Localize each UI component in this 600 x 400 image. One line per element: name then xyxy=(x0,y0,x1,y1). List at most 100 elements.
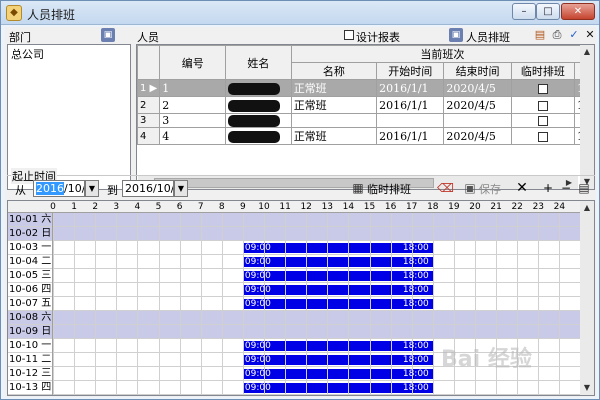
day-row[interactable]: 10-01 六 xyxy=(8,213,580,227)
day-row[interactable]: 10-07 五 09:00 18:00 xyxy=(8,297,580,311)
day-row[interactable]: 10-03 一 09:00 18:00 xyxy=(8,241,580,255)
cell-shift-name[interactable]: 正常班 xyxy=(290,127,378,145)
day-date: 10-10 xyxy=(9,340,39,351)
column-header-start-time[interactable]: 开始时间 xyxy=(376,62,445,80)
remove-icon[interactable]: − xyxy=(559,181,573,195)
shift-bar[interactable]: 09:00 18:00 xyxy=(242,285,433,295)
day-row[interactable]: 10-06 四 09:00 18:00 xyxy=(8,283,580,297)
cell-shift-name[interactable]: 正常班 xyxy=(290,96,378,114)
temp-schedule-icon[interactable]: ▦ xyxy=(351,181,365,195)
to-date-input[interactable]: 2016/10/3 xyxy=(122,180,174,197)
temp-schedule-checkbox[interactable] xyxy=(537,116,548,126)
row-number[interactable]: 3 xyxy=(137,113,161,128)
person-schedule-button[interactable]: 人员排班 xyxy=(466,29,510,45)
row-number[interactable]: 4 xyxy=(137,127,161,145)
row-number[interactable]: 2 xyxy=(137,96,161,114)
cell-name[interactable] xyxy=(225,127,292,145)
table-row[interactable]: 22正常班2016/1/12020/4/519 xyxy=(137,96,594,114)
shift-bar[interactable]: 09:00 18:00 xyxy=(242,299,433,309)
cell-id[interactable]: 4 xyxy=(159,127,227,145)
export-icon[interactable]: ▤ xyxy=(533,28,547,42)
column-header-id[interactable]: 编号 xyxy=(159,45,227,80)
close-window-button[interactable]: ✕ xyxy=(561,3,595,20)
shift-bar[interactable]: 09:00 18:00 xyxy=(242,243,433,253)
close-icon[interactable]: ✕ xyxy=(583,28,597,42)
row-number[interactable]: 1 ▶ xyxy=(137,79,161,97)
delete-icon[interactable]: ✕ xyxy=(515,181,529,195)
department-item[interactable]: 总公司 xyxy=(11,46,44,62)
cell-shift-name[interactable]: 正常班 xyxy=(290,79,378,97)
cell-end-time[interactable]: 2020/4/5 xyxy=(443,96,512,114)
shift-bar[interactable]: 09:00 18:00 xyxy=(242,271,433,281)
shift-bar[interactable]: 09:00 18:00 xyxy=(242,383,433,393)
timeline-vertical-scrollbar[interactable]: ▲ ▼ xyxy=(580,201,594,395)
temp-schedule-checkbox[interactable] xyxy=(537,100,548,111)
people-vertical-scrollbar[interactable]: ▲ ▼ xyxy=(580,45,594,189)
day-label: 10-02 日 xyxy=(9,227,53,241)
column-header-shift-name[interactable]: 名称 xyxy=(290,62,378,80)
hour-label: 4 xyxy=(134,202,141,212)
temp-schedule-button[interactable]: 临时排班 xyxy=(367,181,411,197)
to-date-dropdown-icon[interactable]: ▼ xyxy=(174,180,188,197)
cell-id[interactable]: 1 xyxy=(159,79,227,97)
calendar-icon[interactable]: ▤ xyxy=(577,181,591,195)
design-report-label[interactable]: 设计报表 xyxy=(356,29,400,45)
day-row[interactable]: 10-02 日 xyxy=(8,227,580,241)
shift-bar[interactable]: 09:00 18:00 xyxy=(242,369,433,379)
cell-name[interactable] xyxy=(225,96,292,114)
shift-bar[interactable]: 09:00 18:00 xyxy=(242,341,433,351)
cell-start-time[interactable] xyxy=(376,113,445,128)
design-report-checkbox[interactable] xyxy=(344,30,354,40)
column-header-name[interactable]: 姓名 xyxy=(225,45,292,80)
day-row[interactable]: 10-13 四 09:00 18:00 xyxy=(8,381,580,395)
shift-start-time: 09:00 xyxy=(244,285,271,295)
cell-id[interactable]: 3 xyxy=(159,113,227,128)
cell-start-time[interactable]: 2016/1/1 xyxy=(376,127,445,145)
cell-temp-schedule[interactable] xyxy=(510,113,575,128)
cell-end-time[interactable]: 2020/4/5 xyxy=(443,79,512,97)
hour-label: 11 xyxy=(279,202,291,212)
cell-temp-schedule[interactable] xyxy=(510,127,575,145)
cell-start-time[interactable]: 2016/1/1 xyxy=(376,79,445,97)
print-icon[interactable]: ⎙ xyxy=(550,28,564,42)
grid-line xyxy=(327,213,329,395)
cell-temp-schedule[interactable] xyxy=(510,79,575,97)
cell-end-time[interactable] xyxy=(443,113,512,128)
confirm-icon[interactable]: ✓ xyxy=(567,28,581,42)
table-row[interactable]: 1 ▶1正常班2016/1/12020/4/519 xyxy=(137,79,594,97)
minimize-button[interactable]: – xyxy=(512,3,536,20)
column-header-end-time[interactable]: 结束时间 xyxy=(443,62,512,80)
from-date-dropdown-icon[interactable]: ▼ xyxy=(85,180,99,197)
day-row[interactable]: 10-09 日 xyxy=(8,325,580,339)
table-row[interactable]: 44正常班2016/1/12020/4/519 xyxy=(137,127,594,145)
maximize-button[interactable]: □ xyxy=(536,3,560,20)
cell-name[interactable] xyxy=(225,113,292,128)
people-grid[interactable]: 编号 姓名 当前班次 名称 开始时间 结束时间 临时排班 1 ▶ 1 正常班 2016… xyxy=(136,44,595,190)
hour-label: 24 xyxy=(553,202,566,212)
add-icon[interactable]: + xyxy=(541,181,555,195)
cell-id[interactable]: 2 xyxy=(159,96,227,114)
scroll-up-icon[interactable]: ▲ xyxy=(580,201,594,215)
title-bar[interactable]: ◆ 人员排班 – □ ✕ xyxy=(1,1,599,25)
person-schedule-icon[interactable]: ▣ xyxy=(449,28,463,42)
shift-bar[interactable]: 09:00 18:00 xyxy=(242,257,433,267)
day-row[interactable]: 10-08 六 xyxy=(8,311,580,325)
from-date-input[interactable]: 2016/10/ xyxy=(33,180,85,197)
temp-schedule-checkbox[interactable] xyxy=(537,131,548,142)
column-header-temp-schedule[interactable]: 临时排班 xyxy=(510,62,575,80)
cell-name[interactable] xyxy=(225,79,292,97)
grid-line xyxy=(411,213,413,395)
temp-schedule-checkbox[interactable] xyxy=(537,83,548,94)
day-row[interactable]: 10-04 二 09:00 18:00 xyxy=(8,255,580,269)
shift-bar[interactable]: 09:00 18:00 xyxy=(242,355,433,365)
cell-shift-name[interactable] xyxy=(290,113,378,128)
dept-tree-icon[interactable]: ▣ xyxy=(101,28,115,42)
cell-temp-schedule[interactable] xyxy=(510,96,575,114)
scroll-down-icon[interactable]: ▼ xyxy=(580,381,594,395)
cell-start-time[interactable]: 2016/1/1 xyxy=(376,96,445,114)
scroll-up-icon[interactable]: ▲ xyxy=(580,45,594,59)
remove-shift-icon[interactable]: ⌫ xyxy=(437,181,454,195)
day-row[interactable]: 10-05 三 09:00 18:00 xyxy=(8,269,580,283)
cell-end-time[interactable]: 2020/4/5 xyxy=(443,127,512,145)
table-row[interactable]: 33 xyxy=(137,113,594,128)
